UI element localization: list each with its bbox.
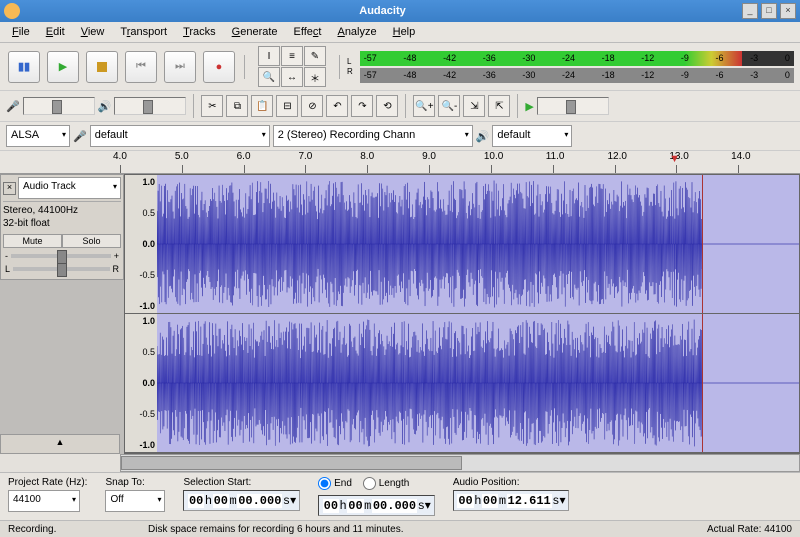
play-device-dropdown[interactable]: default [492,125,572,147]
paste-button[interactable]: 📋 [251,95,273,117]
record-button[interactable]: ● [203,51,235,83]
mute-button[interactable]: Mute [3,234,62,248]
solo-button[interactable]: Solo [62,234,121,248]
trim-button[interactable]: ⊟ [276,95,298,117]
skip-end-button[interactable]: ⏭ [164,51,196,83]
close-button[interactable]: × [780,3,796,19]
snap-to-label: Snap To: [105,477,165,488]
audio-position-timecode[interactable]: 00h00m12.611s▾ [453,490,570,511]
project-rate-dropdown[interactable]: 44100 [8,490,80,512]
gain-slider[interactable]: -+ [5,251,119,261]
fit-selection-button[interactable]: ⇲ [463,95,485,117]
skip-start-button[interactable]: ⏮ [125,51,157,83]
menu-generate[interactable]: Generate [226,24,284,40]
playback-meter[interactable]: -57-48-42-36-30-24-18-12-9-6-30 [360,68,794,83]
menu-effect[interactable]: Effect [288,24,328,40]
audio-position-label: Audio Position: [453,477,570,488]
selection-start-label: Selection Start: [183,477,300,488]
recording-meter[interactable]: -57-48-42-36-30-24-18-12-9-6-30 [360,51,794,66]
rec-channels-dropdown[interactable]: 2 (Stereo) Recording Chann [273,125,473,147]
waveform-display[interactable]: 1.00.50.0-0.5-1.0 1.00.50.0-0.5-1.0 [124,174,800,454]
snap-to-dropdown[interactable]: Off [105,490,165,512]
speaker-icon: 🔊 [98,100,112,113]
horizontal-scrollbar[interactable] [120,454,800,472]
window-title: Audacity [26,5,739,17]
track-area: × Audio Track Stereo, 44100Hz 32-bit flo… [0,174,800,454]
track-control-panel: × Audio Track Stereo, 44100Hz 32-bit flo… [0,174,124,280]
silence-button[interactable]: ⊘ [301,95,323,117]
fit-project-button[interactable]: ⇱ [488,95,510,117]
rec-device-dropdown[interactable]: default [90,125,270,147]
menu-view[interactable]: View [75,24,111,40]
mic-icon: 🎤 [6,100,20,113]
zoom-out-button[interactable]: 🔍- [438,95,460,117]
minimize-button[interactable]: _ [742,3,758,19]
stop-button[interactable] [86,51,118,83]
zoom-in-button[interactable]: 🔍+ [413,95,435,117]
meter-rec-label-l: L [347,57,353,66]
tools-grid: I ≡ ✎ 🔍 ↔ ＊ [258,46,326,87]
track-format-info: Stereo, 44100Hz 32-bit float [3,202,121,232]
meter-rec-label-r: R [347,67,353,76]
redo-button[interactable]: ↷ [351,95,373,117]
menu-file[interactable]: File [6,24,36,40]
cut-button[interactable]: ✂ [201,95,223,117]
playhead-marker[interactable]: ▼ [669,153,680,165]
amplitude-scale-right: 1.00.50.0-0.5-1.0 [125,314,157,452]
zoom-tool[interactable]: 🔍 [258,67,280,87]
pan-slider[interactable]: LR [5,264,119,274]
device-toolbar: ALSA 🎤 default 2 (Stereo) Recording Chan… [0,122,800,151]
end-radio[interactable]: End [318,477,352,490]
amplitude-scale-left: 1.00.50.0-0.5-1.0 [125,175,157,313]
transport-toolbar: ▮▮ ▶ ⏮ ⏭ ● I ≡ ✎ 🔍 ↔ ＊ L R -57-48-42-36-… [0,43,800,91]
app-icon [4,3,20,19]
selection-end-timecode[interactable]: 00h00m00.000s▾ [318,495,435,516]
play-at-speed-icon[interactable]: ▶ [525,100,533,113]
status-right: Actual Rate: 44100 [707,524,792,535]
pause-button[interactable]: ▮▮ [8,51,40,83]
selection-toolbar: Project Rate (Hz): 44100 Snap To: Off Se… [0,472,800,520]
envelope-tool[interactable]: ≡ [281,46,303,66]
timeshift-tool[interactable]: ↔ [281,67,303,87]
menu-transport[interactable]: Transport [114,24,173,40]
timeline-ruler[interactable]: 4.0 5.0 6.0 7.0 8.0 9.0 10.0 11.0 12.0 1… [0,151,800,174]
track-collapse-button[interactable]: ▲ [0,434,120,454]
status-bar: Recording. Disk space remains for record… [0,520,800,537]
speaker-icon-2: 🔊 [476,130,490,143]
rec-volume-slider[interactable] [23,97,95,115]
menu-tracks[interactable]: Tracks [177,24,222,40]
titlebar: Audacity _ □ × [0,0,800,22]
selection-tool[interactable]: I [258,46,280,66]
menubar: File Edit View Transport Tracks Generate… [0,22,800,43]
track-close-button[interactable]: × [3,182,16,195]
play-button[interactable]: ▶ [47,51,79,83]
maximize-button[interactable]: □ [761,3,777,19]
status-center: Disk space remains for recording 6 hours… [148,524,707,535]
menu-analyze[interactable]: Analyze [331,24,382,40]
waveform-channel-right[interactable] [157,314,799,452]
menu-edit[interactable]: Edit [40,24,71,40]
multi-tool[interactable]: ＊ [304,67,326,87]
undo-button[interactable]: ↶ [326,95,348,117]
mic-icon-2: 🎤 [73,130,87,143]
draw-tool[interactable]: ✎ [304,46,326,66]
project-rate-label: Project Rate (Hz): [8,477,87,488]
status-left: Recording. [8,524,148,535]
sync-lock-button[interactable]: ⟲ [376,95,398,117]
track-menu-dropdown[interactable]: Audio Track [18,177,121,199]
menu-help[interactable]: Help [387,24,422,40]
mixer-toolbar: 🎤 🔊 ✂ ⧉ 📋 ⊟ ⊘ ↶ ↷ ⟲ 🔍+ 🔍- ⇲ ⇱ ▶ [0,91,800,122]
length-radio[interactable]: Length [363,477,410,490]
selection-start-timecode[interactable]: 00h00m00.000s▾ [183,490,300,511]
waveform-channel-left[interactable] [157,175,799,313]
audio-host-dropdown[interactable]: ALSA [6,125,70,147]
playback-speed-slider[interactable] [537,97,609,115]
copy-button[interactable]: ⧉ [226,95,248,117]
play-volume-slider[interactable] [114,97,186,115]
